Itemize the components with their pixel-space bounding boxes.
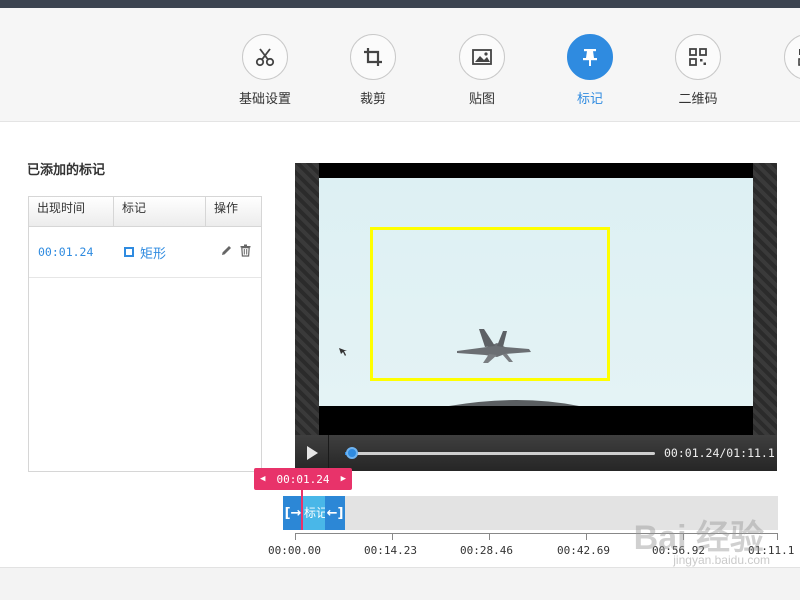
image-icon — [459, 34, 505, 80]
mark-type[interactable]: 矩形 — [114, 243, 206, 262]
progress-slider[interactable] — [345, 447, 655, 459]
ruler-tick-label: 00:14.23 — [364, 544, 417, 557]
marks-table: 出现时间 标记 操作 00:01.24 矩形 — [28, 196, 262, 472]
ruler-tick — [295, 534, 296, 540]
tool-label: 马 — [762, 88, 800, 107]
edit-icon[interactable] — [220, 244, 233, 260]
tool-label: 标记 — [576, 92, 603, 107]
play-icon — [306, 446, 318, 460]
video-content — [319, 178, 753, 406]
tool-sticker[interactable]: 贴图 — [437, 34, 527, 107]
playhead-time: 00:01.24 — [276, 472, 330, 486]
mosaic-icon — [784, 34, 800, 80]
clip-end-handle[interactable]: ←] — [325, 496, 345, 530]
ruler-tick-label: 00:00.00 — [268, 544, 321, 557]
time-display: 00:01.24/01:11.1 — [664, 446, 775, 460]
chevron-right-icon[interactable]: ▶ — [341, 474, 346, 484]
tool-label: 二维码 — [678, 92, 718, 107]
tool-crop[interactable]: 裁剪 — [328, 34, 418, 107]
mark-type-label: 矩形 — [140, 246, 167, 262]
player-controls: 00:01.24/01:11.1 — [295, 435, 777, 471]
marks-panel-title: 已添加的标记 — [27, 163, 106, 178]
tool-label: 贴图 — [468, 92, 495, 107]
scissors-icon — [242, 34, 288, 80]
ruler-tick-label: 00:42.69 — [557, 544, 610, 557]
column-actions: 操作 — [214, 201, 239, 215]
mark-clip[interactable]: [→ 标记 ←] — [283, 496, 345, 530]
footer-bar — [0, 567, 800, 600]
pin-icon — [567, 34, 613, 80]
mark-time[interactable]: 00:01.24 — [29, 245, 114, 259]
crop-icon — [350, 34, 396, 80]
ruler-tick — [586, 534, 587, 540]
tool-toolbar: 基础设置 裁剪 贴图 标记 二维码 马 — [0, 8, 800, 122]
marks-table-header: 出现时间 标记 操作 — [29, 197, 261, 227]
tool-label: 裁剪 — [359, 92, 386, 107]
play-button[interactable] — [295, 435, 329, 471]
watermark-url: jingyan.baidu.com — [673, 553, 770, 567]
video-player[interactable] — [295, 163, 777, 435]
table-row[interactable]: 00:01.24 矩形 — [29, 227, 261, 278]
ruler-tick-label: 00:28.46 — [460, 544, 513, 557]
ruler-tick — [489, 534, 490, 540]
chevron-left-icon[interactable]: ◀ — [260, 474, 265, 484]
tool-qrcode[interactable]: 二维码 — [653, 34, 743, 107]
ruler-tick — [777, 534, 778, 540]
tool-mark[interactable]: 标记 — [545, 34, 635, 107]
progress-knob[interactable] — [346, 447, 359, 459]
column-mark: 标记 — [114, 197, 206, 226]
delete-icon[interactable] — [239, 244, 252, 260]
watermark-logo: Bai 经验 — [633, 519, 764, 557]
tool-mosaic[interactable]: 马 — [762, 34, 800, 107]
ruler-tick — [392, 534, 393, 540]
column-time: 出现时间 — [29, 197, 114, 226]
qrcode-icon — [675, 34, 721, 80]
rectangle-icon — [124, 247, 134, 257]
top-bar — [0, 0, 800, 8]
tool-basic-settings[interactable]: 基础设置 — [220, 34, 310, 107]
playhead-line[interactable] — [301, 488, 303, 530]
mark-actions — [206, 244, 261, 260]
clip-start-handle[interactable]: [→ — [283, 496, 303, 530]
video-frame — [319, 163, 753, 435]
playhead-label[interactable]: ◀ 00:01.24 ▶ — [254, 468, 352, 490]
tool-label: 基础设置 — [238, 92, 291, 107]
rectangle-mark-overlay[interactable] — [370, 227, 610, 381]
